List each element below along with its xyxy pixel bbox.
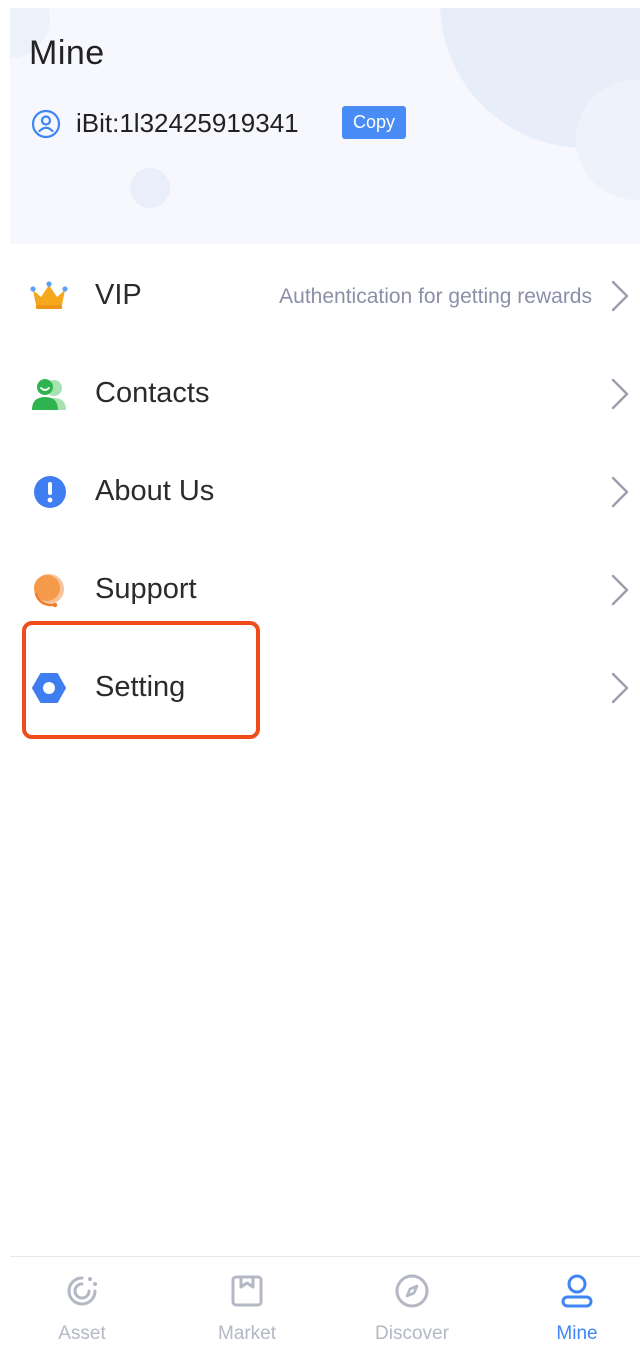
menu-item-about-us[interactable]: About Us (10, 443, 640, 539)
copy-button[interactable]: Copy (342, 106, 406, 139)
crown-icon (30, 281, 68, 309)
mine-screen: Mine iBit:1l32425919341 Copy VIP Authent… (0, 0, 640, 1352)
bottom-nav: Asset Market Discover Mine (10, 1256, 640, 1352)
tab-label: Asset (58, 1323, 106, 1344)
tab-label: Market (217, 1323, 277, 1344)
tab-discover[interactable]: Discover (352, 1257, 472, 1352)
menu-item-label: VIP (95, 279, 142, 311)
menu-item-label: About Us (95, 475, 215, 507)
setting-highlight-box (22, 621, 260, 739)
chevron-right-icon (611, 574, 629, 606)
decorative-bubble (130, 168, 170, 208)
contacts-icon (32, 379, 66, 410)
tab-label: Discover (375, 1323, 449, 1344)
page-title: Mine (29, 34, 105, 72)
chevron-right-icon (611, 280, 629, 312)
market-icon (231, 1275, 263, 1307)
support-icon (34, 574, 64, 608)
tab-asset[interactable]: Asset (22, 1257, 142, 1352)
menu-item-label: Contacts (95, 377, 210, 409)
discover-icon (395, 1274, 429, 1308)
menu-item-hint: Authentication for getting rewards (279, 285, 592, 308)
chevron-right-icon (611, 476, 629, 508)
tab-market[interactable]: Market (187, 1257, 307, 1352)
user-circle-icon (31, 109, 61, 139)
mine-icon (561, 1274, 593, 1308)
chevron-right-icon (611, 378, 629, 410)
chevron-right-icon (611, 672, 629, 704)
asset-icon (67, 1276, 97, 1306)
menu-item-contacts[interactable]: Contacts (10, 345, 640, 441)
menu-item-label: Support (95, 573, 197, 605)
account-id: iBit:1l32425919341 (76, 108, 299, 138)
tab-mine[interactable]: Mine (517, 1257, 637, 1352)
profile-header: Mine iBit:1l32425919341 Copy (10, 8, 640, 244)
info-icon (34, 476, 66, 508)
tab-label: Mine (556, 1323, 598, 1344)
menu-item-vip[interactable]: VIP Authentication for getting rewards (10, 247, 640, 343)
